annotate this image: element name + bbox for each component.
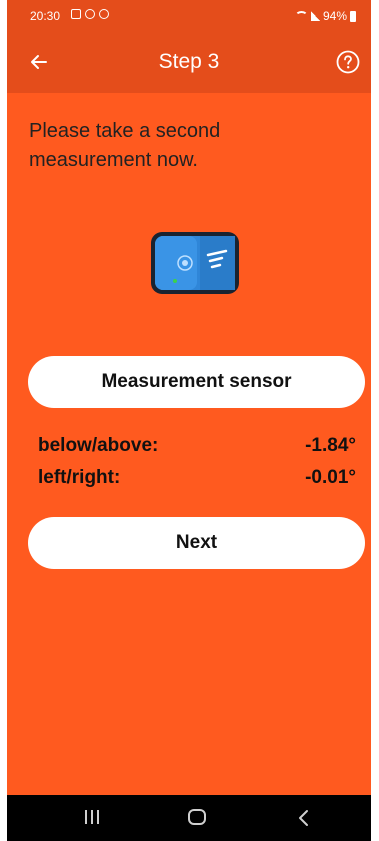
battery-level: 94% <box>322 9 347 23</box>
status-right: 94% <box>294 9 356 23</box>
signal-icon <box>310 11 320 21</box>
help-button[interactable] <box>335 49 361 75</box>
nav-back-icon[interactable] <box>294 807 314 829</box>
home-icon[interactable] <box>188 809 206 825</box>
battery-icon <box>350 10 356 22</box>
reading-label: left/right: <box>38 467 121 488</box>
measurement-sensor-button[interactable]: Measurement sensor <box>28 356 365 408</box>
page-title: Step 3 <box>158 50 220 73</box>
wit-sensor-device-icon <box>151 232 239 294</box>
gallery-notification-icon <box>71 9 81 19</box>
reading-row-left-right: left/right: -0.01° <box>38 467 356 489</box>
notification-icons <box>71 9 109 19</box>
instruction-text: Please take a second measurement now. <box>29 120 221 171</box>
reading-row-below-above: below/above: -1.84° <box>38 435 356 457</box>
status-time: 20:30 <box>30 9 61 23</box>
wifi-icon <box>294 11 308 21</box>
app-notification-icon <box>99 9 109 19</box>
status-bar: 20:30 94% <box>7 0 371 32</box>
settings-notification-icon <box>85 9 95 19</box>
next-button[interactable]: Next <box>28 517 365 569</box>
recents-icon[interactable] <box>81 810 103 826</box>
app-bar: Step 3 <box>7 32 371 93</box>
system-nav-bar <box>7 795 371 841</box>
help-circle-icon <box>336 50 360 74</box>
reading-value: -1.84° <box>305 435 356 456</box>
reading-label: below/above: <box>38 435 159 456</box>
phone-screen: 20:30 94% Step 3 Please take a second me… <box>7 0 371 841</box>
reading-value: -0.01° <box>305 467 356 488</box>
